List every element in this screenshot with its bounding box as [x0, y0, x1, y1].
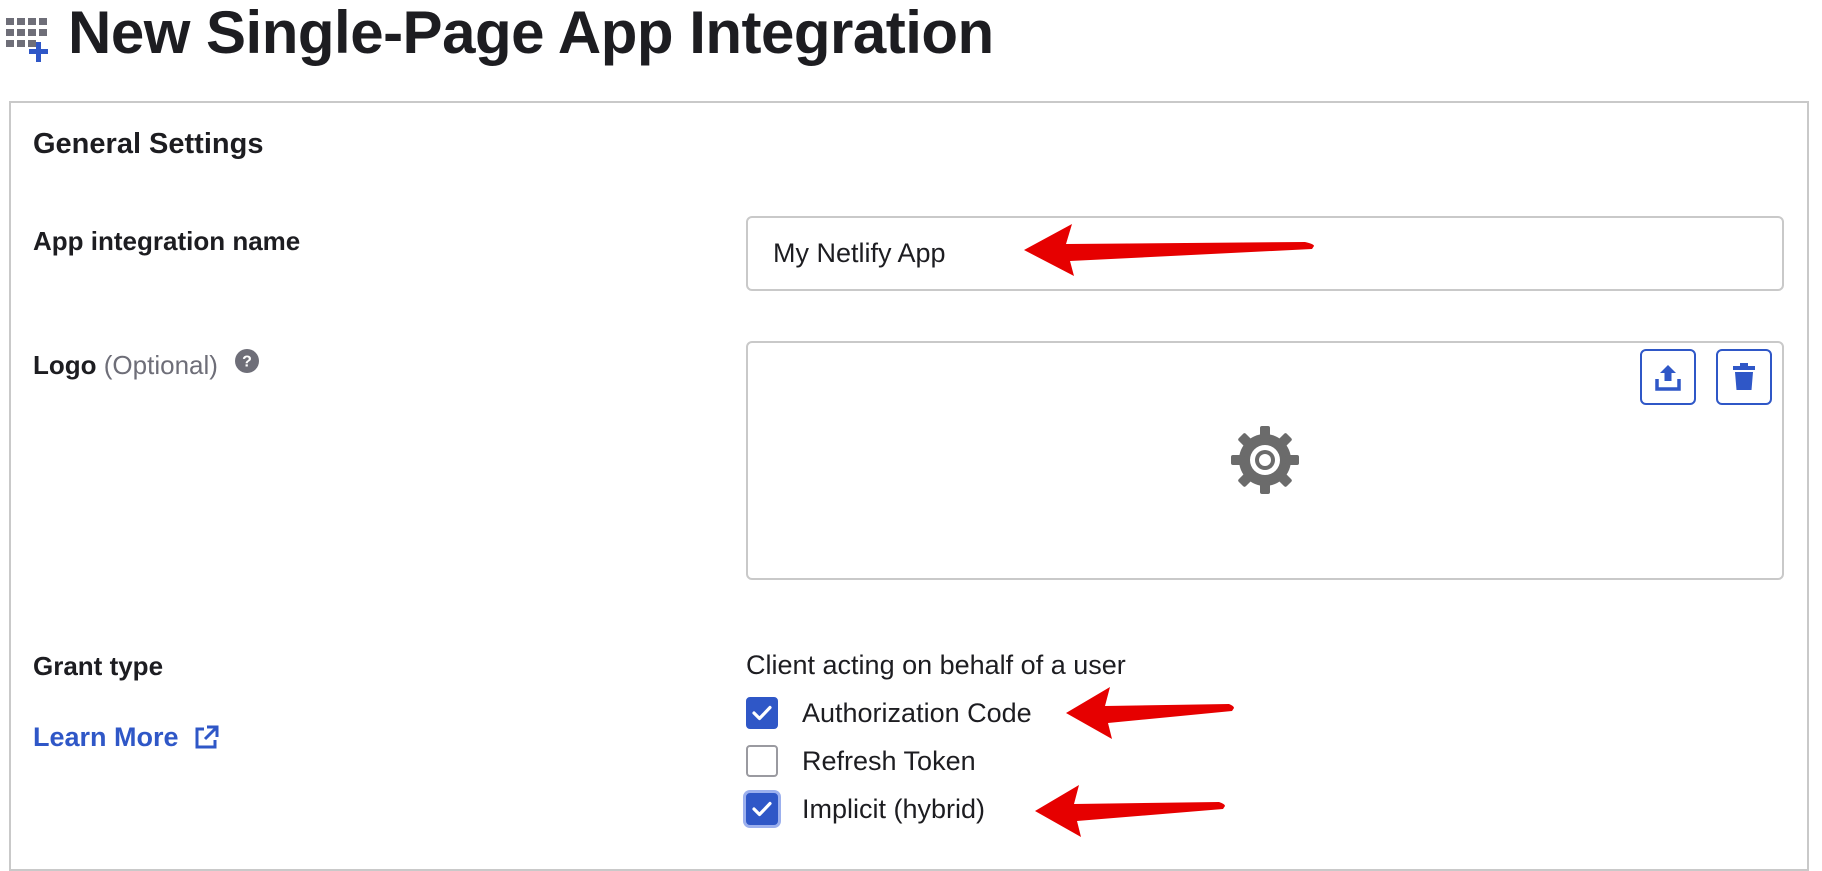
gear-icon	[1229, 424, 1301, 496]
delete-logo-button[interactable]	[1716, 349, 1772, 405]
question-circle-icon[interactable]: ?	[235, 348, 260, 380]
annotation-arrow-implicit-hybrid	[1035, 785, 1225, 837]
logo-optional-text: (Optional)	[103, 350, 218, 380]
implicit-hybrid-checkbox[interactable]	[746, 793, 778, 825]
refresh-token-option[interactable]: Refresh Token	[746, 743, 976, 779]
implicit-hybrid-option[interactable]: Implicit (hybrid)	[746, 791, 985, 827]
checkmark-icon	[752, 801, 772, 817]
logo-label-text: Logo	[33, 350, 97, 380]
checkmark-icon	[752, 705, 772, 721]
grant-type-label: Grant type	[33, 651, 164, 681]
trash-icon	[1733, 363, 1755, 390]
implicit-hybrid-label: Implicit (hybrid)	[802, 793, 986, 824]
logo-label: Logo (Optional) ?	[33, 348, 260, 383]
refresh-token-checkbox[interactable]	[746, 745, 778, 777]
external-link-icon	[195, 725, 219, 748]
annotation-arrow-app-name	[1024, 224, 1314, 276]
authorization-code-option[interactable]: Authorization Code	[746, 695, 1032, 731]
annotation-arrow-authorization-code	[1066, 687, 1234, 739]
upload-logo-button[interactable]	[1640, 349, 1696, 405]
learn-more-link[interactable]: Learn More	[33, 722, 219, 753]
app-grid-add-icon	[6, 14, 54, 62]
refresh-token-label: Refresh Token	[802, 745, 976, 776]
svg-text:?: ?	[242, 353, 252, 370]
app-name-label: App integration name	[33, 226, 301, 256]
page-title: New Single-Page App Integration	[68, 0, 994, 66]
section-title: General Settings	[33, 128, 264, 160]
learn-more-text: Learn More	[33, 722, 179, 752]
grant-type-heading: Client acting on behalf of a user	[746, 650, 1126, 680]
authorization-code-label: Authorization Code	[802, 697, 1032, 728]
upload-icon	[1655, 365, 1681, 391]
authorization-code-checkbox[interactable]	[746, 697, 778, 729]
